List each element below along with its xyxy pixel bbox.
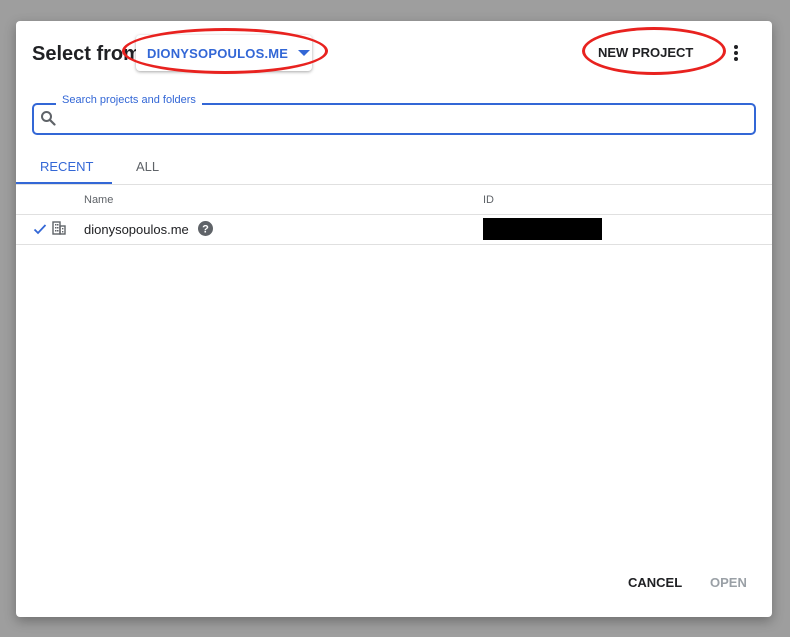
tab-recent[interactable]: RECENT [40, 159, 93, 175]
project-id-redacted [483, 218, 602, 240]
row-divider [16, 244, 772, 245]
dialog-title: Select from [32, 43, 141, 65]
help-icon[interactable]: ? [198, 221, 213, 236]
open-button[interactable]: OPEN [710, 575, 747, 591]
search-field-label: Search projects and folders [56, 93, 202, 107]
svg-text:?: ? [202, 224, 209, 236]
organization-selector[interactable]: DIONYSOPOULOS.ME [136, 35, 312, 71]
column-header-name: Name [84, 194, 114, 206]
organization-icon [52, 221, 66, 235]
new-project-button[interactable]: NEW PROJECT [598, 43, 693, 63]
header-divider [16, 214, 772, 215]
cancel-button[interactable]: CANCEL [628, 575, 682, 591]
project-name-link[interactable]: dionysopoulos.me [84, 222, 189, 238]
dropdown-arrow-icon [298, 50, 311, 56]
select-project-dialog: Select from DIONYSOPOULOS.ME NEW PROJECT… [16, 21, 772, 617]
tab-all[interactable]: ALL [136, 159, 159, 175]
more-vert-icon[interactable] [730, 44, 742, 62]
search-icon [41, 111, 56, 126]
search-input[interactable] [66, 107, 750, 133]
column-header-id: ID [483, 194, 494, 206]
organization-selector-label: DIONYSOPOULOS.ME [147, 45, 289, 61]
check-icon [33, 224, 47, 235]
tabs-divider [16, 184, 772, 185]
